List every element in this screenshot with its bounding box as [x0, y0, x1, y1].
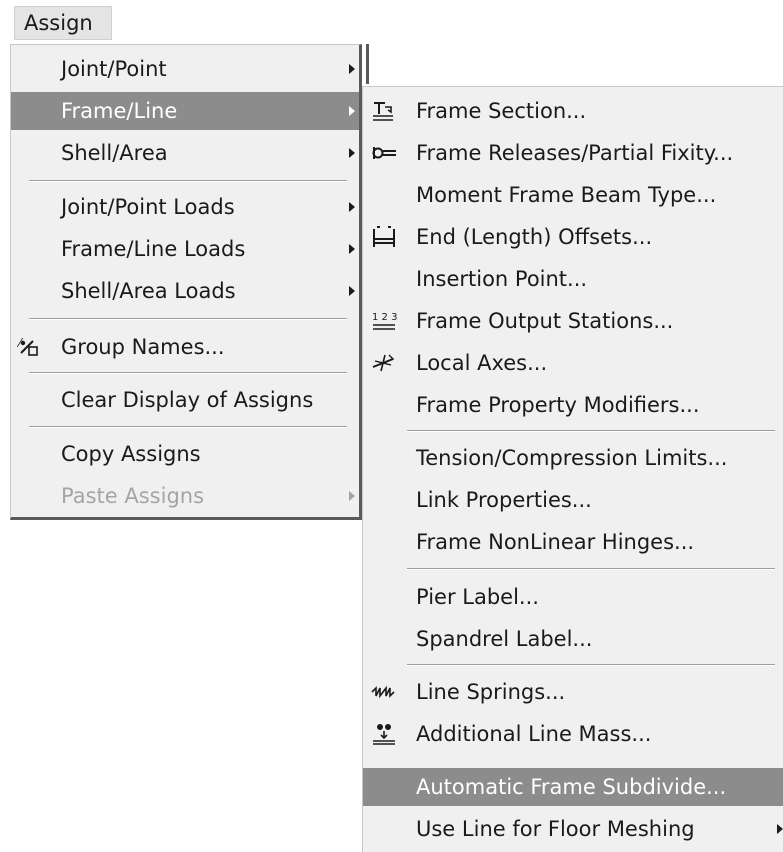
svg-text:1 2 3: 1 2 3: [372, 312, 397, 323]
submenu-item-label: Use Line for Floor Meshing: [416, 817, 695, 841]
submenu-arrow-icon: [349, 286, 355, 296]
submenu-item-label: Frame Output Stations...: [416, 309, 674, 333]
submenu-item-insertion-point[interactable]: Insertion Point...: [363, 260, 783, 298]
submenu-arrow-icon: [349, 244, 355, 254]
menu-item-label: Joint/Point Loads: [61, 195, 235, 219]
menu-item-copy-assigns[interactable]: Copy Assigns: [11, 435, 359, 473]
submenu-item-frame-output-stations[interactable]: 1 2 3 Frame Output Stations...: [363, 302, 783, 340]
submenu-item-label: Tension/Compression Limits...: [416, 446, 728, 470]
submenu-item-additional-line-mass[interactable]: Additional Line Mass...: [363, 715, 783, 753]
menu-item-joint-point[interactable]: Joint/Point: [11, 50, 359, 88]
menu-separator: [29, 426, 347, 428]
menu-item-label: Copy Assigns: [61, 442, 201, 466]
frame-line-submenu: Frame Section... Frame Releases/Partial …: [362, 86, 783, 852]
menu-item-frame-line-loads[interactable]: Frame/Line Loads: [11, 230, 359, 268]
menu-separator: [407, 430, 775, 432]
assign-dropdown: Joint/Point Frame/Line Shell/Area Joint/…: [10, 44, 362, 520]
menu-item-label: Frame/Line: [61, 99, 178, 123]
submenu-item-pier-label[interactable]: Pier Label...: [363, 578, 783, 616]
submenu-item-automatic-frame-subdivide[interactable]: Automatic Frame Subdivide...: [363, 768, 783, 806]
submenu-item-label: End (Length) Offsets...: [416, 225, 653, 249]
menu-item-joint-point-loads[interactable]: Joint/Point Loads: [11, 188, 359, 226]
submenu-item-label: Line Springs...: [416, 680, 566, 704]
local-axes-icon: [371, 351, 397, 375]
menu-item-label: Joint/Point: [61, 57, 167, 81]
end-offsets-icon: [371, 225, 397, 249]
submenu-item-label: Moment Frame Beam Type...: [416, 183, 717, 207]
submenu-arrow-icon: [349, 148, 355, 158]
menu-item-label: Group Names...: [61, 335, 225, 359]
menu-item-label: Shell/Area: [61, 141, 168, 165]
submenu-arrow-icon: [349, 202, 355, 212]
menu-separator: [29, 180, 347, 182]
submenu-item-spandrel-label[interactable]: Spandrel Label...: [363, 620, 783, 658]
menu-separator: [29, 318, 347, 320]
submenu-item-line-springs[interactable]: Line Springs...: [363, 673, 783, 711]
submenu-item-label: Local Axes...: [416, 351, 548, 375]
menu-item-label: Shell/Area Loads: [61, 279, 236, 303]
assign-menu[interactable]: Assign: [14, 6, 112, 40]
menu-item-shell-area[interactable]: Shell/Area: [11, 134, 359, 172]
submenu-item-label: Link Properties...: [416, 488, 592, 512]
submenu-item-label: Frame Section...: [416, 99, 587, 123]
frame-section-icon: [371, 99, 397, 123]
menu-item-label: Paste Assigns: [61, 484, 205, 508]
submenu-item-label: Pier Label...: [416, 585, 539, 609]
submenu-item-end-offsets[interactable]: End (Length) Offsets...: [363, 218, 783, 256]
menu-item-paste-assigns: Paste Assigns: [11, 477, 359, 515]
line-mass-icon: [371, 722, 397, 746]
submenu-item-label: Insertion Point...: [416, 267, 588, 291]
group-names-icon: ⁄: [16, 335, 43, 359]
menu-item-shell-area-loads[interactable]: Shell/Area Loads: [11, 272, 359, 310]
menu-separator: [407, 568, 775, 570]
output-stations-icon: 1 2 3: [371, 309, 397, 333]
submenu-item-label: Spandrel Label...: [416, 627, 593, 651]
assign-menu-label: Assign: [24, 11, 93, 35]
submenu-item-frame-property-modifiers[interactable]: Frame Property Modifiers...: [363, 386, 783, 424]
submenu-item-label: Frame NonLinear Hinges...: [416, 530, 695, 554]
submenu-item-link-properties[interactable]: Link Properties...: [363, 481, 783, 519]
menu-edge: [366, 44, 369, 84]
menu-separator: [407, 664, 775, 666]
submenu-arrow-icon: [349, 106, 355, 116]
submenu-item-use-line-for-floor-meshing[interactable]: Use Line for Floor Meshing: [363, 810, 783, 848]
submenu-item-label: Frame Property Modifiers...: [416, 393, 700, 417]
submenu-item-frame-section[interactable]: Frame Section...: [363, 92, 783, 130]
submenu-arrow-icon: [349, 64, 355, 74]
submenu-item-label: Frame Releases/Partial Fixity...: [416, 141, 734, 165]
submenu-item-frame-nonlinear-hinges[interactable]: Frame NonLinear Hinges...: [363, 523, 783, 561]
submenu-item-frame-releases[interactable]: Frame Releases/Partial Fixity...: [363, 134, 783, 172]
submenu-item-local-axes[interactable]: Local Axes...: [363, 344, 783, 382]
submenu-arrow-icon: [777, 824, 783, 834]
menu-separator: [29, 372, 347, 374]
menu-item-clear-display[interactable]: Clear Display of Assigns: [11, 381, 359, 419]
menu-item-frame-line[interactable]: Frame/Line: [11, 92, 359, 130]
submenu-arrow-icon: [349, 491, 355, 501]
menu-item-label: Clear Display of Assigns: [61, 388, 314, 412]
frame-releases-icon: [371, 141, 397, 165]
submenu-item-label: Additional Line Mass...: [416, 722, 652, 746]
submenu-item-tension-compression-limits[interactable]: Tension/Compression Limits...: [363, 439, 783, 477]
submenu-item-label: Automatic Frame Subdivide...: [416, 775, 727, 799]
menu-item-group-names[interactable]: ⁄ Group Names...: [11, 328, 359, 366]
line-springs-icon: [371, 680, 397, 704]
menu-item-label: Frame/Line Loads: [61, 237, 246, 261]
submenu-item-moment-frame-beam-type[interactable]: Moment Frame Beam Type...: [363, 176, 783, 214]
